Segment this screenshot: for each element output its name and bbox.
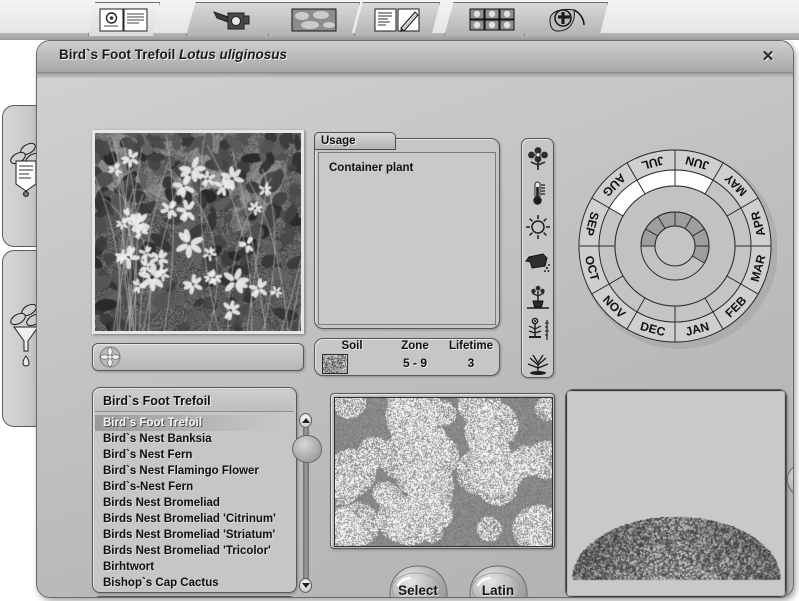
leaf-plus-icon [540,7,592,33]
watering-can-icon [208,7,260,33]
list-item[interactable]: Bird`s-Nest Fern [95,479,294,495]
notepad-pencil-icon [371,7,423,33]
fact-value-lifetime: 3 [442,356,500,370]
thermometer-icon[interactable] [523,176,552,209]
plant-detail-window: Bird`s Foot Trefoil Lotus uliginosus ✕ U… [36,40,794,598]
scrollbar-thumb[interactable] [292,435,322,463]
potted-plant-icon[interactable] [523,281,552,314]
list-item[interactable]: Birds Nest Bromeliad 'Citrinum' [95,511,294,527]
shrub-icon[interactable] [523,347,552,380]
tab-watering[interactable] [186,2,282,36]
title-common-name: Bird`s Foot Trefoil [59,47,175,62]
fact-header-zone: Zone [386,340,444,352]
page-title: Bird`s Foot Trefoil Lotus uliginosus [59,47,287,62]
vertical-slider-knob[interactable]: .3 [787,463,794,497]
latin-button[interactable]: Latin [465,563,531,598]
list-item[interactable]: Bird`s Nest Flamingo Flower [95,463,294,479]
select-button-label: Select [385,583,451,598]
search-input[interactable] [92,596,297,598]
flower-icon[interactable] [523,142,552,175]
species-list[interactable]: Bird`s Foot Trefoil Bird`s Nest Banksia Bi… [95,413,294,590]
sun-icon[interactable] [523,210,552,243]
list-item[interactable]: Birds Nest Bromeliad 'Tricolor' [95,543,294,559]
tab-health[interactable] [524,2,608,36]
fact-header-lifetime: Lifetime [442,340,500,352]
list-item[interactable]: Birhtwort [95,559,294,575]
flowering-month-wheel[interactable]: JAN FEB MAR APR MAY JUN JUL AUG SEP OCT NOV DEC [573,142,777,357]
titlebar-sheen [37,73,793,78]
usage-content: Container plant [318,152,496,325]
list-item[interactable]: Bird`s Nest Banksia [95,431,294,447]
list-item[interactable]: Birds Nest Bromeliad 'Striatum' [95,527,294,543]
species-list-scrollbar[interactable] [299,413,312,593]
watering-can-icon[interactable] [523,244,552,277]
species-list-header: Bird`s Foot Trefoil [95,390,294,412]
scroll-down-arrow-icon[interactable] [299,578,312,593]
texture-photo-icon [288,7,340,33]
select-button[interactable]: Select [385,563,451,598]
list-item[interactable]: Birds Nest Bromeliad [95,495,294,511]
list-item[interactable]: Bishop`s Cap Cactus [95,575,294,590]
scroll-up-arrow-icon[interactable] [299,413,312,428]
plant-3d-render[interactable] [565,389,787,598]
tab-encyclopedia[interactable] [88,2,160,36]
open-book-icon [98,7,150,33]
soil-texture-swatch [322,354,348,374]
tab-notes[interactable] [354,2,440,36]
title-latin-name: Lotus uliginosus [179,47,287,62]
list-item[interactable]: Bird`s Nest Fern [95,447,294,463]
fact-header-soil: Soil [318,340,386,352]
latin-button-label: Latin [465,583,531,598]
flower-thumbnail-icon[interactable] [95,344,125,370]
tab-texture[interactable] [268,2,360,36]
close-icon[interactable]: ✕ [757,46,779,66]
plant-height-icon[interactable] [523,313,552,346]
image-grid-icon [466,7,518,33]
usage-tab-label[interactable]: Usage [314,132,396,150]
list-item[interactable]: Bird`s Foot Trefoil [95,415,294,431]
plant-photograph[interactable] [92,130,304,334]
fact-value-zone: 5 - 9 [386,356,444,370]
plant-texture-preview[interactable] [330,393,555,549]
